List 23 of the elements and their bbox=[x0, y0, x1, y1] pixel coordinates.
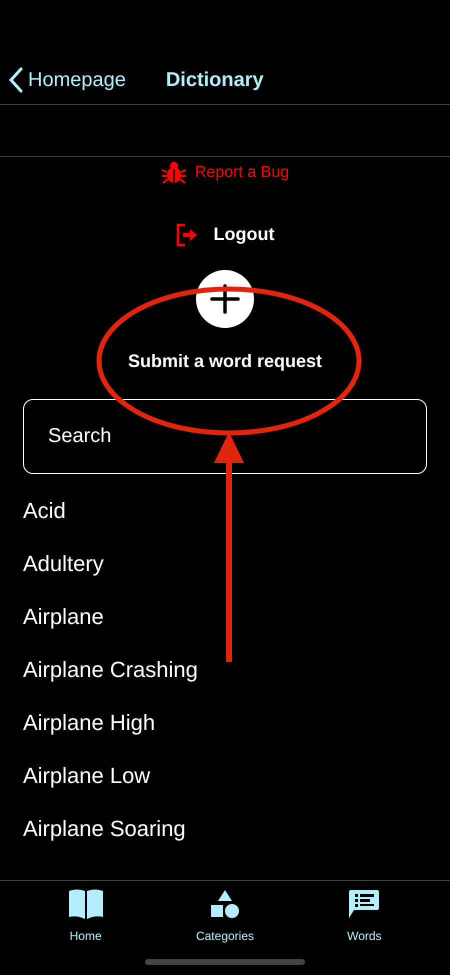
submit-word-request-button[interactable]: Submit a word request bbox=[128, 270, 322, 375]
word-item[interactable]: Adultery bbox=[23, 537, 427, 590]
report-bug-button[interactable]: Report a Bug bbox=[160, 161, 290, 185]
page-title: Dictionary bbox=[166, 68, 264, 92]
word-item[interactable]: Airplane Crashing bbox=[23, 643, 427, 696]
word-item[interactable]: Airplane High bbox=[23, 696, 427, 749]
word-item[interactable]: Airplane bbox=[23, 590, 427, 643]
bug-icon bbox=[160, 161, 187, 185]
chevron-left-icon bbox=[8, 66, 24, 92]
tab-button[interactable]: Categories bbox=[174, 887, 275, 945]
logout-button[interactable]: Logout bbox=[176, 221, 274, 248]
search-field[interactable]: Search bbox=[23, 399, 427, 474]
shapes-icon bbox=[210, 889, 240, 919]
book-icon bbox=[68, 888, 104, 920]
plus-icon bbox=[196, 270, 254, 328]
tab-button[interactable]: Home bbox=[36, 887, 136, 945]
word-item[interactable]: Airplane Low bbox=[23, 749, 427, 802]
list-icon bbox=[348, 889, 380, 919]
tab-button[interactable]: Words bbox=[314, 887, 414, 945]
logout-icon bbox=[176, 222, 198, 246]
back-button[interactable]: Homepage bbox=[8, 64, 126, 94]
word-item[interactable]: Airplane Soaring bbox=[23, 802, 427, 855]
word-item[interactable]: Acid bbox=[23, 484, 427, 537]
